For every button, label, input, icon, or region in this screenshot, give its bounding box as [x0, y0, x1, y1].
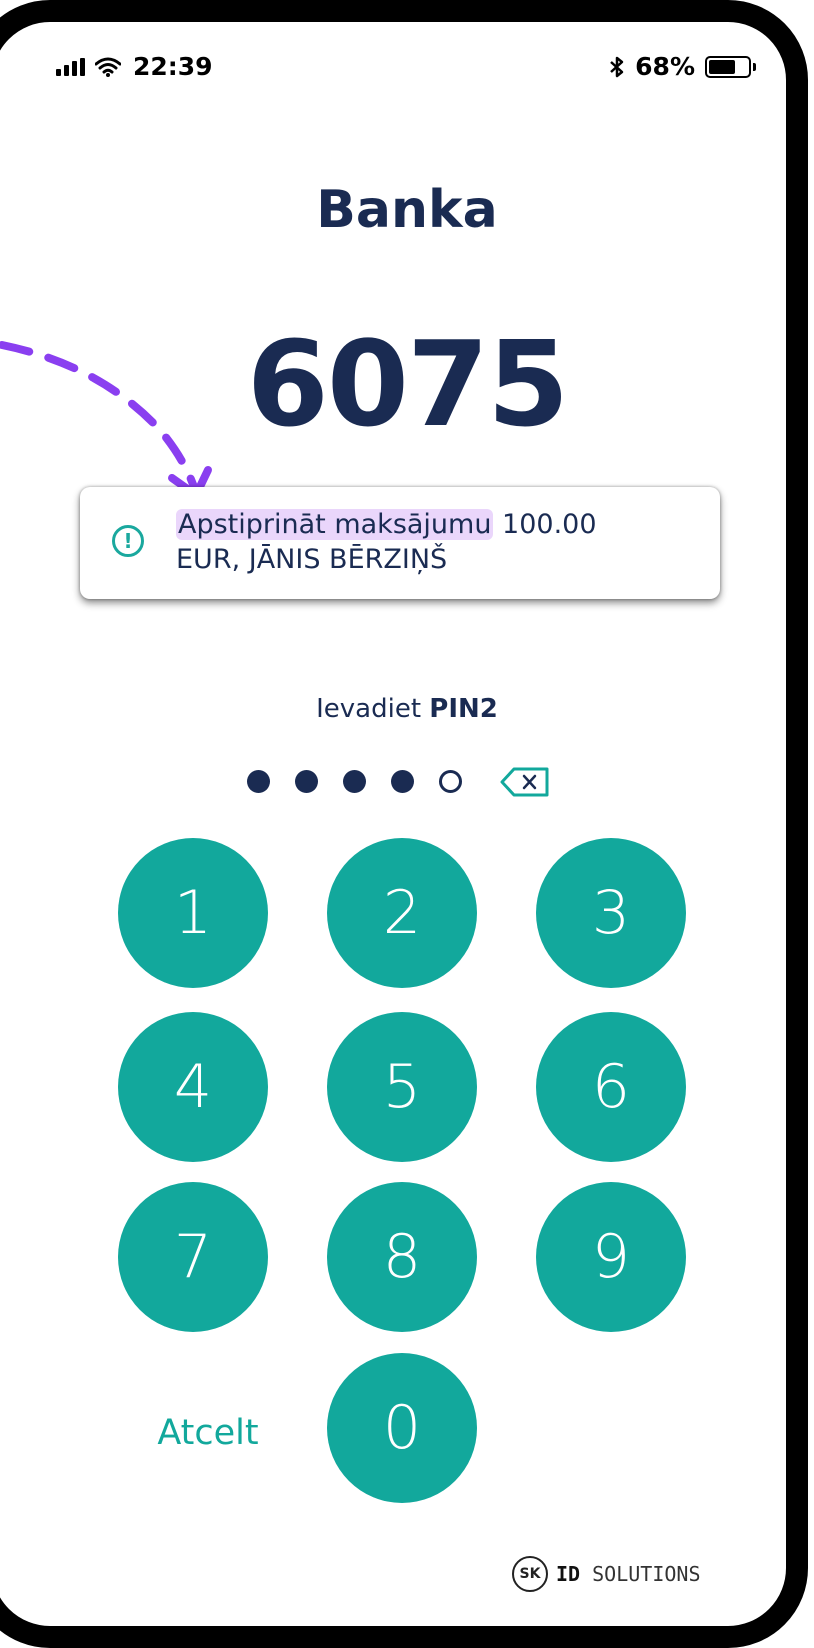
key-6[interactable]: 6: [536, 1012, 686, 1162]
battery-icon: [705, 55, 751, 78]
logo-text: ID SOLUTIONS: [556, 1562, 701, 1586]
battery-level: [709, 59, 735, 74]
pin-dot-empty: [439, 770, 462, 793]
pin-dot-filled: [391, 770, 414, 793]
wifi-icon: [95, 57, 121, 77]
key-3[interactable]: 3: [536, 838, 686, 988]
cancel-button[interactable]: Atcelt: [148, 1413, 268, 1453]
app-title: Banka: [316, 180, 498, 240]
notice-second-line: EUR, JĀNIS BĒRZIŅŠ: [176, 544, 448, 575]
key-4[interactable]: 4: [118, 1012, 268, 1162]
pin-dot-filled: [247, 770, 270, 793]
pin-dot-filled: [295, 770, 318, 793]
annotation-arrow-icon: [0, 341, 212, 499]
logo-text-bold: ID: [556, 1562, 581, 1586]
pin-dot-filled: [343, 770, 366, 793]
key-0[interactable]: 0: [327, 1353, 477, 1503]
logo-text-rest: SOLUTIONS: [580, 1562, 701, 1586]
battery-percent: 68%: [635, 52, 695, 81]
battery-tip: [753, 62, 756, 71]
notice-text: Apstiprināt maksājumu 100.00 EUR, JĀNIS …: [176, 507, 696, 577]
bluetooth-icon: [610, 56, 624, 77]
backspace-icon[interactable]: [500, 766, 550, 798]
pin-label-prefix: Ievadiet: [316, 694, 422, 724]
notice-amount: 100.00: [493, 509, 597, 540]
status-bar: 22:39 68%: [0, 52, 814, 92]
key-9[interactable]: 9: [536, 1182, 686, 1332]
key-2[interactable]: 2: [327, 838, 477, 988]
key-7[interactable]: 7: [118, 1182, 268, 1332]
signal-icon: [56, 57, 85, 76]
notice-highlight: Apstiprināt maksājumu: [176, 509, 494, 540]
key-8[interactable]: 8: [327, 1182, 477, 1332]
pin-label-bold: PIN2: [429, 694, 498, 724]
logo-mark: SK: [512, 1556, 548, 1592]
pin-label: Ievadiet PIN2: [0, 694, 814, 724]
sk-id-solutions-logo: SK ID SOLUTIONS: [512, 1556, 701, 1592]
pin-dots: [247, 770, 487, 793]
info-icon: !: [112, 525, 144, 557]
status-time: 22:39: [133, 52, 213, 81]
payment-notice: ! Apstiprināt maksājumu 100.00 EUR, JĀNI…: [80, 487, 720, 599]
key-5[interactable]: 5: [327, 1012, 477, 1162]
key-1[interactable]: 1: [118, 838, 268, 988]
